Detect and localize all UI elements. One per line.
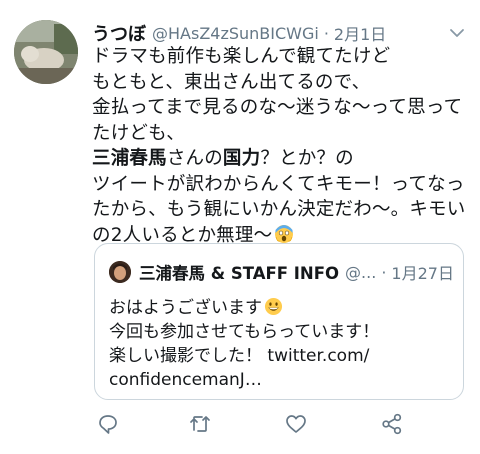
tweet-header: うつぼ @HAsZ4zSunBICWGi · 2月1日 [92, 20, 466, 46]
quoted-date: 1月27日 [391, 264, 454, 283]
quoted-tweet-header: 三浦春馬 & STAFF INFO @... · 1月27日 [109, 260, 454, 284]
quoted-tweet[interactable]: 三浦春馬 & STAFF INFO @... · 1月27日 おはようございます… [94, 243, 464, 400]
tweet-text-bold: 三浦春馬 [92, 148, 167, 169]
tweet-date[interactable]: 2月1日 [334, 21, 386, 45]
tweet-actions [96, 412, 406, 438]
quoted-author-avatar [109, 261, 131, 283]
author-handle[interactable]: @HAsZ4zSunBICWGi [152, 24, 319, 43]
grin-emoji-icon [264, 297, 283, 316]
share-icon[interactable] [380, 412, 404, 436]
scream-emoji-icon [275, 224, 294, 243]
author-avatar[interactable] [14, 20, 78, 84]
tweet-text-part1: ドラマも前作も楽しんで観てたけど もともと、東出さん出てるので、 金払ってまで見… [92, 46, 463, 144]
quoted-tweet-text: おはようございます 今回も参加させてもらっています！ 楽しい撮影でした！ twi… [109, 296, 449, 392]
quoted-text-line1: おはようございます [109, 298, 262, 318]
tweet-text-bold2: 国力 [222, 148, 261, 169]
tweet-text: ドラマも前作も楽しんで観てたけど もともと、東出さん出てるので、 金払ってまで見… [92, 44, 468, 248]
quoted-author-name: 三浦春馬 & STAFF INFO [139, 264, 340, 283]
reply-icon[interactable] [96, 412, 120, 436]
tweet-text-part2: さんの [166, 148, 223, 169]
quoted-separator: · [381, 262, 387, 282]
chevron-down-icon[interactable] [448, 26, 466, 40]
tweet[interactable]: うつぼ @HAsZ4zSunBICWGi · 2月1日 ドラマも前作も楽しんで観… [0, 0, 480, 454]
quoted-text-rest: 今回も参加させてもらっています！ 楽しい撮影でした！ twitter.com/ … [109, 322, 380, 390]
retweet-icon[interactable] [188, 412, 212, 436]
like-icon[interactable] [284, 412, 308, 436]
separator: · [323, 23, 329, 43]
author-name[interactable]: うつぼ [92, 20, 146, 46]
quoted-author-handle: @... [345, 262, 377, 282]
